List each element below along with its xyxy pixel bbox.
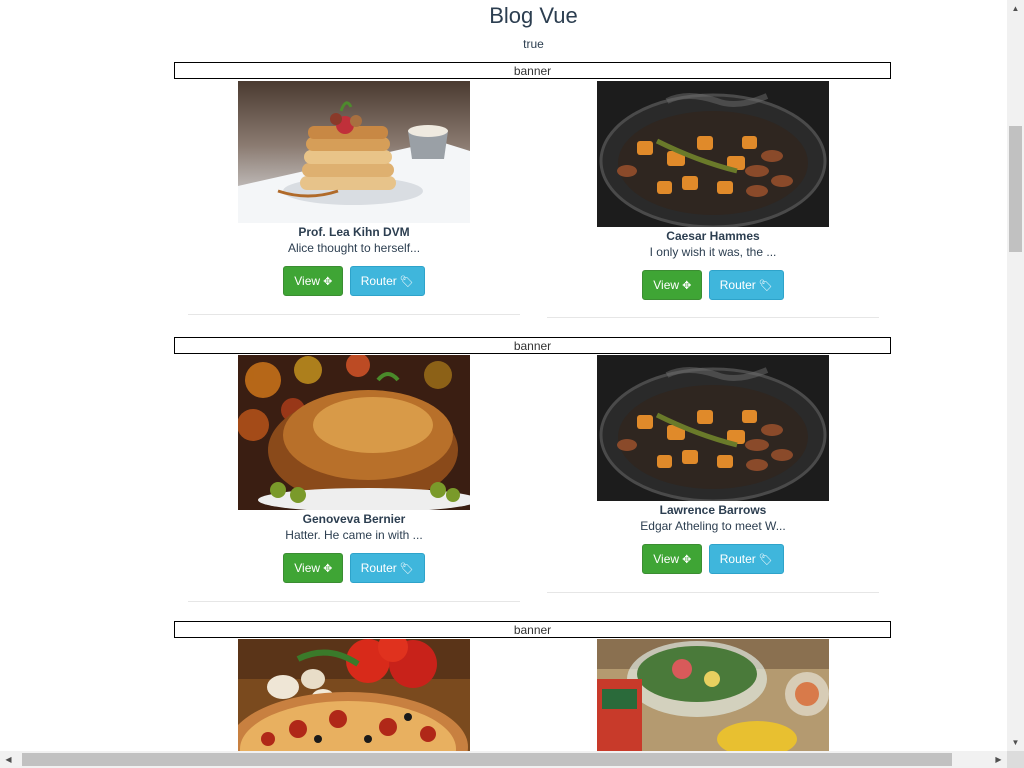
post-card [543, 639, 883, 751]
scrollbar-corner [1007, 751, 1024, 768]
scroll-left-icon[interactable]: ◀ [0, 751, 17, 768]
post-card: Prof. Lea Kihn DVM Alice thought to hers… [184, 81, 524, 296]
post-author: Caesar Hammes [666, 229, 760, 243]
divider [188, 314, 520, 315]
view-button-label: View [653, 278, 680, 292]
divider [547, 317, 879, 318]
horizontal-scroll-thumb[interactable] [22, 753, 952, 766]
page-title: Blog Vue [489, 3, 578, 28]
post-image-roast-chicken[interactable] [238, 355, 470, 510]
view-button-label: View [294, 561, 321, 575]
post-card: Genoveva Bernier Hatter. He came in with… [184, 355, 524, 583]
banner: banner [174, 621, 891, 638]
banner: banner [174, 62, 891, 79]
router-button-label: Router [719, 552, 756, 566]
post-author: Genoveva Bernier [302, 512, 406, 526]
post-image-roasted-vegetables[interactable] [597, 81, 829, 227]
view-button[interactable]: View ✥ [283, 553, 344, 583]
post-card: Lawrence Barrows Edgar Atheling to meet … [543, 355, 883, 574]
router-button[interactable]: Router 🏷︎ [349, 266, 425, 296]
banner: banner [174, 337, 891, 354]
view-button-label: View [653, 552, 680, 566]
vertical-scroll-thumb[interactable] [1009, 126, 1022, 252]
router-button-label: Router [719, 278, 756, 292]
scroll-up-icon[interactable]: ▲ [1007, 0, 1024, 17]
post-image-salad-bowl[interactable] [597, 639, 829, 751]
router-button[interactable]: Router 🏷︎ [349, 553, 425, 583]
divider [547, 592, 879, 593]
vertical-scrollbar[interactable]: ▲ ▼ [1007, 0, 1024, 751]
post-card [184, 639, 524, 751]
view-button[interactable]: View ✥ [642, 544, 703, 574]
post-image-roasted-vegetables[interactable] [597, 355, 829, 501]
tag-icon: 🏷︎ [758, 554, 773, 566]
post-author: Lawrence Barrows [659, 503, 767, 517]
post-image-pancakes[interactable] [238, 81, 470, 223]
router-button[interactable]: Router 🏷︎ [708, 544, 784, 574]
crosshair-icon: ✥ [323, 276, 333, 288]
scroll-down-icon[interactable]: ▼ [1007, 734, 1024, 751]
view-button[interactable]: View ✥ [642, 270, 703, 300]
horizontal-scrollbar[interactable]: ◀ ▶ [0, 751, 1007, 768]
scroll-right-icon[interactable]: ▶ [990, 751, 1007, 768]
tag-icon: 🏷︎ [758, 280, 773, 292]
post-excerpt: Hatter. He came in with ... [285, 528, 423, 542]
post-card: Caesar Hammes I only wish it was, the ..… [543, 81, 883, 300]
status-text: true [523, 37, 544, 51]
post-excerpt: Edgar Atheling to meet W... [640, 519, 786, 533]
view-button[interactable]: View ✥ [283, 266, 344, 296]
router-button[interactable]: Router 🏷︎ [708, 270, 784, 300]
post-image-pizza[interactable] [238, 639, 470, 751]
tag-icon: 🏷︎ [399, 276, 414, 288]
crosshair-icon: ✥ [682, 280, 692, 292]
tag-icon: 🏷︎ [399, 563, 414, 575]
router-button-label: Router [360, 274, 397, 288]
view-button-label: View [294, 274, 321, 288]
post-excerpt: I only wish it was, the ... [649, 245, 777, 259]
divider [188, 601, 520, 602]
post-author: Prof. Lea Kihn DVM [298, 225, 410, 239]
post-excerpt: Alice thought to herself... [287, 241, 421, 255]
crosshair-icon: ✥ [323, 563, 333, 575]
page: Blog Vue true banner Prof. Lea Kihn DVM … [0, 0, 1007, 751]
router-button-label: Router [360, 561, 397, 575]
crosshair-icon: ✥ [682, 554, 692, 566]
